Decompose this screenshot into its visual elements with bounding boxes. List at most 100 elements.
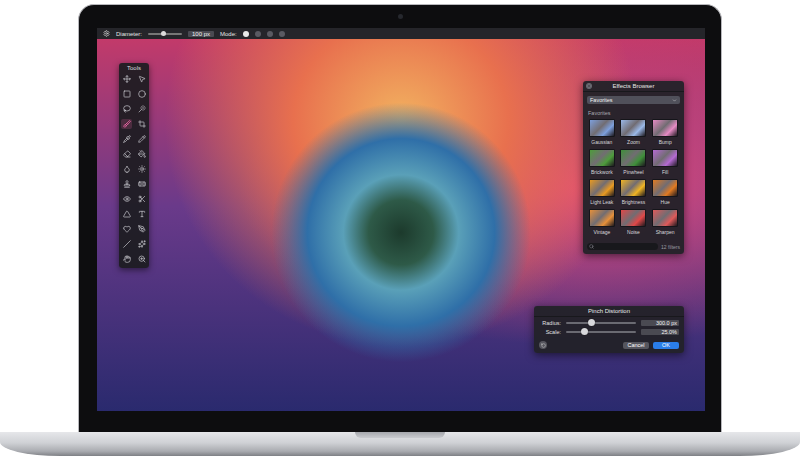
dialog-button[interactable]: OK: [653, 342, 679, 349]
tool-button[interactable]: [136, 254, 147, 264]
tool-icon: [123, 165, 131, 173]
effect-item[interactable]: Sharpen: [652, 209, 678, 235]
tool-icon: [138, 210, 146, 218]
filter-count: 12 filters: [661, 244, 680, 250]
mode-option[interactable]: [279, 31, 285, 37]
dialog-title: Pinch Distortion: [588, 308, 630, 314]
slider-reading[interactable]: 25.0%: [641, 329, 679, 335]
tool-button[interactable]: [136, 239, 147, 249]
tool-icon: [138, 165, 146, 173]
slider-row: Scale:25.0%: [534, 326, 684, 335]
effect-thumbnail: [652, 119, 678, 137]
tool-icon: [123, 240, 131, 248]
effect-name: Zoom: [627, 139, 640, 145]
tool-options-bar: Diameter: 100 px Mode:: [97, 28, 705, 39]
tool-button[interactable]: [121, 149, 132, 159]
category-dropdown[interactable]: Favorites: [587, 96, 680, 104]
tool-icon: [138, 255, 146, 263]
effect-item[interactable]: Brickwork: [589, 149, 615, 175]
slider-knob[interactable]: [161, 31, 166, 36]
close-button[interactable]: [586, 83, 592, 89]
tool-button[interactable]: [136, 134, 147, 144]
effect-name: Fill: [662, 169, 668, 175]
effect-item[interactable]: Fill: [652, 149, 678, 175]
diameter-slider[interactable]: [148, 33, 182, 35]
effect-item[interactable]: Hue: [652, 179, 678, 205]
diameter-label: Diameter:: [116, 31, 142, 37]
slider-reading[interactable]: 300.0 px: [641, 320, 679, 326]
dialog-button[interactable]: Cancel: [623, 342, 649, 349]
mode-option[interactable]: [243, 31, 249, 37]
diameter-field[interactable]: 100 px: [188, 31, 214, 37]
tool-grid: [119, 74, 149, 264]
slider-knob[interactable]: [581, 328, 588, 335]
effect-item[interactable]: Gaussian: [589, 119, 615, 145]
effect-name: Pinwheel: [623, 169, 643, 175]
tool-button[interactable]: [121, 89, 132, 99]
tool-icon: [123, 105, 131, 113]
tool-button[interactable]: [121, 104, 132, 114]
tool-button[interactable]: [121, 164, 132, 174]
mode-label: Mode:: [220, 31, 237, 37]
tool-icon: [138, 150, 146, 158]
effect-thumbnail: [589, 149, 615, 167]
tool-button[interactable]: [121, 134, 132, 144]
effect-name: Vintage: [593, 229, 610, 235]
effect-item[interactable]: Vintage: [589, 209, 615, 235]
tool-button[interactable]: [136, 149, 147, 159]
effect-thumbnail: [652, 149, 678, 167]
laptop: Diameter: 100 px Mode: Tools Effects Browser…: [0, 0, 800, 462]
tool-button[interactable]: [121, 254, 132, 264]
effect-item[interactable]: Noise: [620, 209, 646, 235]
tool-icon: [123, 210, 131, 218]
tool-button[interactable]: [136, 179, 147, 189]
dropdown-value: Favorites: [590, 97, 613, 103]
tool-icon: [138, 240, 146, 248]
tool-button[interactable]: [121, 194, 132, 204]
mode-option[interactable]: [255, 31, 261, 37]
tool-button[interactable]: [136, 119, 147, 129]
tool-icon: [138, 135, 146, 143]
effect-name: Noise: [627, 229, 640, 235]
tool-button[interactable]: [136, 194, 147, 204]
search-field[interactable]: [587, 243, 658, 250]
slider-knob[interactable]: [588, 319, 595, 326]
tool-button[interactable]: [136, 164, 147, 174]
tool-button[interactable]: [121, 209, 132, 219]
slider-track[interactable]: [566, 331, 636, 333]
effect-grid: Gaussian Zoom Bump Brickwork Pinwheel Fill Lig…: [583, 119, 684, 235]
tool-button[interactable]: [121, 74, 132, 84]
effect-thumbnail: [589, 179, 615, 197]
search-row: 12 filters: [587, 243, 680, 250]
effect-item[interactable]: Light Leak: [589, 179, 615, 205]
tools-palette: Tools: [119, 63, 149, 268]
gear-icon[interactable]: [103, 30, 110, 37]
tool-icon: [138, 90, 146, 98]
tool-icon: [123, 135, 131, 143]
effect-item[interactable]: Pinwheel: [620, 149, 646, 175]
tool-icon: [138, 105, 146, 113]
tool-button[interactable]: [121, 224, 132, 234]
tool-button[interactable]: [136, 104, 147, 114]
effect-item[interactable]: Brightness: [620, 179, 646, 205]
tool-button[interactable]: [121, 239, 132, 249]
tool-button[interactable]: [136, 224, 147, 234]
tool-button[interactable]: [121, 179, 132, 189]
tool-button[interactable]: [136, 74, 147, 84]
slider-track[interactable]: [566, 322, 636, 324]
tool-button[interactable]: [136, 209, 147, 219]
tool-icon: [138, 180, 146, 188]
effect-item[interactable]: Zoom: [620, 119, 646, 145]
tool-button[interactable]: [121, 119, 132, 129]
tool-button[interactable]: [136, 89, 147, 99]
reset-button[interactable]: [539, 341, 547, 349]
tool-icon: [123, 255, 131, 263]
panel-title-bar: Effects Browser: [583, 81, 684, 92]
effect-thumbnail: [589, 209, 615, 227]
button-row: Cancel OK: [534, 335, 684, 349]
tool-icon: [138, 75, 146, 83]
tool-icon: [123, 120, 131, 128]
mode-option[interactable]: [267, 31, 273, 37]
effect-item[interactable]: Bump: [652, 119, 678, 145]
laptop-lid: Diameter: 100 px Mode: Tools Effects Browser…: [78, 4, 722, 432]
